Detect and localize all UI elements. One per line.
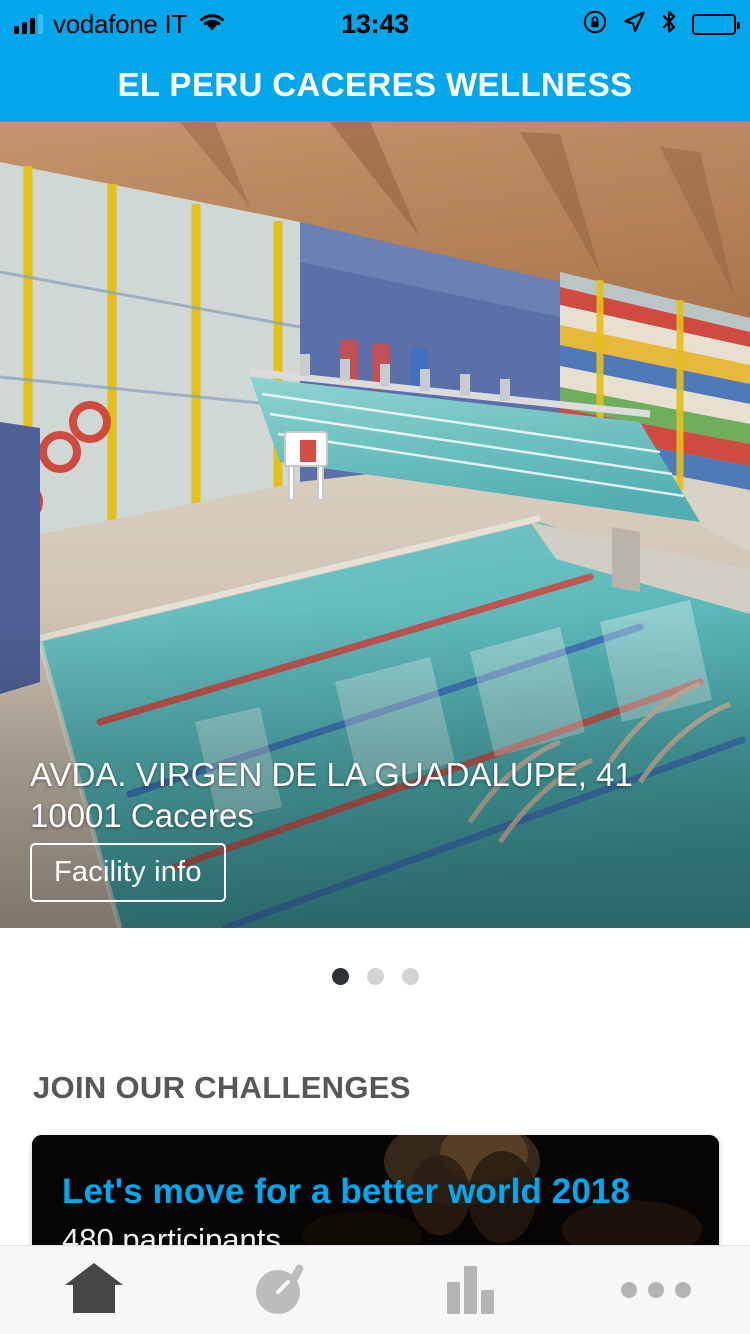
carousel-dot-1[interactable] xyxy=(331,967,349,985)
wifi-icon xyxy=(197,11,227,38)
challenges-section-title: JOIN OUR CHALLENGES xyxy=(33,1070,411,1105)
carousel-page-indicator xyxy=(0,958,750,994)
status-bar-center: 13:43 xyxy=(300,9,450,40)
rotation-lock-icon xyxy=(582,9,608,40)
facility-info-button[interactable]: Facility info xyxy=(30,843,226,902)
clock-label: 13:43 xyxy=(341,8,409,39)
address-line-2: 10001 Caceres xyxy=(30,797,254,834)
location-arrow-icon xyxy=(622,10,646,39)
facility-address: AVDA. VIRGEN DE LA GUADALUPE, 41 10001 C… xyxy=(30,754,720,836)
bottom-tab-bar xyxy=(0,1245,750,1334)
hero-carousel-image[interactable]: AVDA. VIRGEN DE LA GUADALUPE, 41 10001 C… xyxy=(0,122,750,928)
carousel-dot-3[interactable] xyxy=(401,967,419,985)
tab-home[interactable] xyxy=(0,1246,188,1334)
bluetooth-icon xyxy=(660,9,678,40)
ellipsis-icon xyxy=(621,1282,692,1298)
status-bar-left: vodafone IT xyxy=(0,9,300,40)
carrier-label: vodafone IT xyxy=(53,8,188,39)
navigation-header: EL PERU CACERES WELLNESS xyxy=(0,48,750,122)
stopwatch-icon xyxy=(250,1258,312,1323)
tab-activity[interactable] xyxy=(188,1246,376,1334)
challenge-title: Let's move for a better world 2018 xyxy=(62,1172,631,1211)
carousel-dot-2[interactable] xyxy=(366,967,384,985)
battery-icon xyxy=(692,13,740,35)
home-icon xyxy=(63,1259,125,1322)
challenge-card[interactable]: Let's move for a better world 2018 480 p… xyxy=(32,1135,719,1255)
app-screen: vodafone IT 13:43 EL PERU CACERES WELLNE… xyxy=(0,0,750,1334)
bar-chart-icon xyxy=(439,1260,499,1321)
tab-more[interactable] xyxy=(563,1246,750,1334)
status-bar-right xyxy=(450,9,750,40)
tab-statistics[interactable] xyxy=(375,1246,563,1334)
status-bar: vodafone IT 13:43 xyxy=(0,0,750,48)
page-title: EL PERU CACERES WELLNESS xyxy=(117,66,633,103)
cellular-signal-icon xyxy=(14,14,43,34)
address-line-1: AVDA. VIRGEN DE LA GUADALUPE, 41 xyxy=(30,756,633,793)
